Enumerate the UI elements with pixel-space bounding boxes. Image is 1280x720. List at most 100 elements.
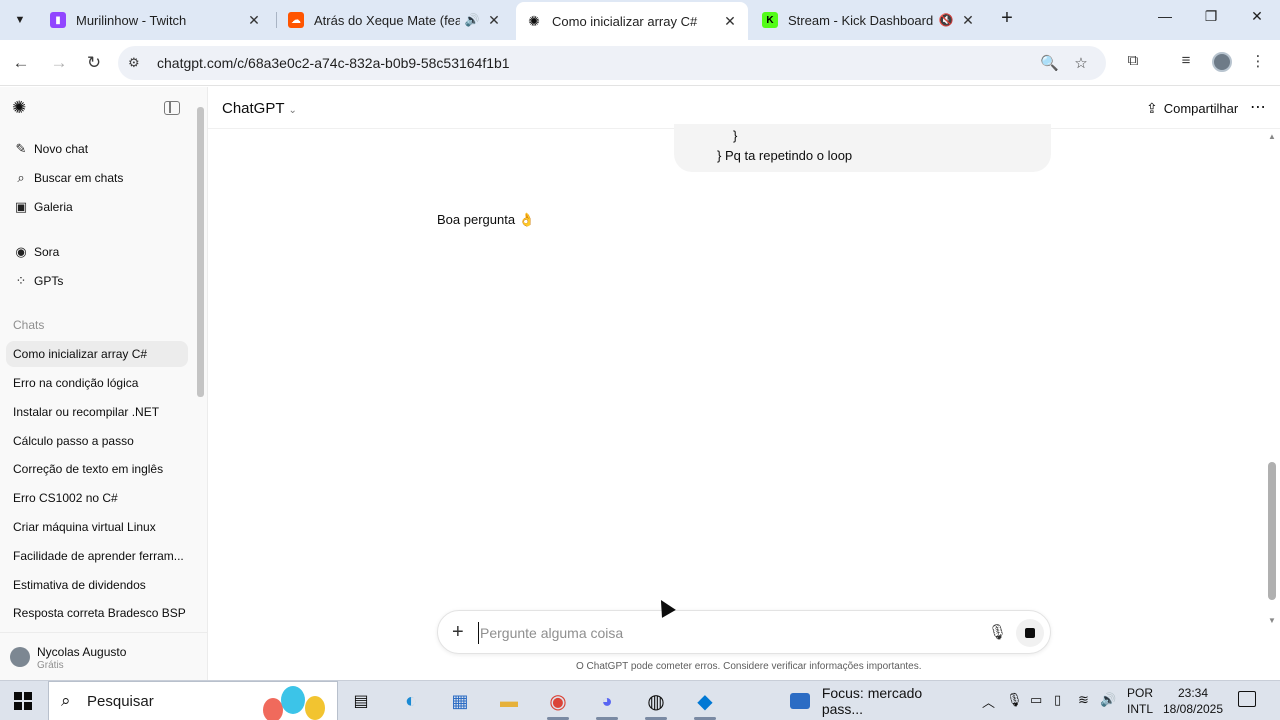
wifi-icon[interactable]: ≋: [1078, 692, 1089, 708]
chat-list-item[interactable]: Instalar ou recompilar .NET: [6, 399, 188, 425]
vscode-icon[interactable]: ◆: [690, 686, 720, 720]
close-icon[interactable]: ✕: [960, 12, 976, 29]
chat-list-item[interactable]: Cálculo passo a passo: [6, 428, 188, 454]
more-options-icon[interactable]: ⋯: [1250, 97, 1266, 117]
chatgpt-logo-icon[interactable]: ✺: [12, 99, 30, 117]
tab-twitch[interactable]: ▮ Murilinhow - Twitch ✕: [40, 4, 272, 36]
keyboard-layout: INTL: [1127, 702, 1154, 716]
avatar: [10, 647, 30, 667]
file-explorer-icon[interactable]: ▬: [494, 686, 524, 716]
volume-icon[interactable]: 🔊: [1100, 692, 1116, 708]
chat-list-item[interactable]: Estimativa de dividendos: [6, 572, 188, 598]
speaker-icon[interactable]: 🔊: [464, 13, 480, 27]
user-message-bubble: } } Pq ta repetindo o loop: [674, 124, 1051, 172]
obs-icon[interactable]: ◍: [641, 686, 671, 720]
stop-button[interactable]: [1016, 619, 1044, 647]
main-header: ChatGPT ⌄ ⇪ Compartilhar ⋯: [208, 87, 1280, 129]
chat-list-item[interactable]: Como inicializar array C#: [6, 341, 188, 367]
chrome-icon[interactable]: ◉: [543, 686, 573, 720]
show-hidden-icons-chevron-icon[interactable]: ︿: [982, 692, 995, 711]
minimize-icon[interactable]: —: [1150, 8, 1180, 30]
sidebar-item-gpts[interactable]: ⁘ GPTs: [6, 267, 188, 295]
model-selector[interactable]: ChatGPT ⌄: [222, 100, 297, 117]
site-settings-icon[interactable]: ⚙: [128, 55, 144, 71]
sidebar-item-sora[interactable]: ◉ Sora: [6, 238, 188, 266]
main-scrollbar[interactable]: [1268, 462, 1276, 600]
store-icon[interactable]: ▦: [445, 686, 475, 716]
scroll-down-arrow-icon[interactable]: ▼: [1268, 616, 1276, 625]
notification-center-icon[interactable]: [1238, 691, 1256, 707]
chat-list-item[interactable]: Resposta correta Bradesco BSP: [6, 600, 188, 626]
tab-search-chevron-icon[interactable]: ▼: [8, 8, 32, 32]
sidebar-scrollbar[interactable]: [197, 107, 204, 397]
sidebar-item-label: Sora: [34, 245, 60, 259]
sidebar-item-new-chat[interactable]: ✎ Novo chat: [6, 135, 188, 163]
chat-list-item[interactable]: Criar máquina virtual Linux: [6, 514, 188, 540]
microphone-icon[interactable]: 🎙: [1006, 692, 1023, 708]
battery-icon[interactable]: ▯: [1054, 692, 1061, 708]
screen-share-icon[interactable]: ▭: [1030, 692, 1042, 708]
user-message-line: }: [733, 128, 738, 143]
taskbar-search[interactable]: ⌕ Pesquisar: [48, 681, 338, 720]
input-language[interactable]: POR INTL: [1127, 685, 1153, 717]
prompt-input[interactable]: [478, 622, 978, 644]
edge-icon[interactable]: ◐: [396, 686, 426, 716]
sidebar-toggle-icon[interactable]: [164, 101, 180, 115]
chat-list-item[interactable]: Correção de texto em inglês: [6, 456, 188, 482]
share-button[interactable]: ⇪ Compartilhar: [1146, 100, 1238, 117]
browser-menu-icon[interactable]: ⋮: [1247, 52, 1269, 74]
media-widget[interactable]: Focus: mercado pass...: [786, 685, 966, 717]
chat-list-item[interactable]: Erro CS1002 no C#: [6, 485, 188, 511]
close-icon[interactable]: ✕: [722, 13, 738, 30]
user-message-line: } Pq ta repetindo o loop: [717, 148, 853, 163]
sidebar-item-gallery[interactable]: ▣ Galeria: [6, 193, 188, 221]
tab-soundcloud[interactable]: ☁ Atrás do Xeque Mate (feat. 🔊 ✕: [278, 4, 512, 36]
windows-start-icon[interactable]: [14, 692, 32, 710]
bookmark-star-icon[interactable]: ☆: [1072, 54, 1090, 72]
share-label: Compartilhar: [1163, 101, 1239, 116]
restore-icon[interactable]: ❐: [1196, 8, 1226, 30]
system-clock[interactable]: 23:34 18/08/2025: [1162, 685, 1224, 717]
sidebar-item-label: GPTs: [34, 274, 64, 288]
close-icon[interactable]: ✕: [486, 12, 502, 29]
profile-avatar[interactable]: [1212, 52, 1232, 72]
new-tab-plus-icon[interactable]: +: [996, 8, 1018, 30]
chat-list-item[interactable]: Facilidade de aprender ferram...: [6, 543, 188, 569]
back-arrow-icon[interactable]: ←: [10, 52, 32, 74]
edit-icon: ✎: [15, 141, 27, 156]
chats-section-label: Chats: [13, 318, 45, 332]
tab-title: Atrás do Xeque Mate (feat.: [314, 12, 460, 28]
sidebar-item-label: Novo chat: [34, 142, 89, 156]
address-bar[interactable]: ⚙ chatgpt.com/c/68a3e0c2-a74c-832a-b0b9-…: [118, 46, 1106, 80]
sidebar-item-search[interactable]: ⌕ Buscar em chats: [6, 164, 188, 192]
chat-list-item[interactable]: Erro na condição lógica: [6, 370, 188, 396]
tab-kick[interactable]: K Stream - Kick Dashboard 🔇 ✕: [752, 4, 986, 36]
tab-title: Stream - Kick Dashboard: [788, 12, 934, 28]
microphone-icon[interactable]: 🎙: [988, 623, 1007, 641]
muted-speaker-icon[interactable]: 🔇: [938, 13, 954, 27]
media-app-icon: [790, 693, 810, 709]
discord-icon[interactable]: ◕: [592, 686, 622, 720]
zoom-icon[interactable]: 🔍: [1040, 54, 1059, 72]
reload-icon[interactable]: ↻: [83, 52, 105, 74]
gpts-icon: ⁘: [15, 273, 27, 288]
tab-chatgpt[interactable]: ✺ Como inicializar array C# ✕: [516, 2, 748, 40]
task-view-icon[interactable]: ▤: [346, 686, 376, 716]
user-account[interactable]: Nycolas Augusto Grátis: [0, 632, 207, 680]
search-icon: ⌕: [17, 170, 25, 185]
soundcloud-icon: ☁: [288, 12, 304, 28]
language-code: POR: [1127, 686, 1154, 700]
forward-arrow-icon[interactable]: →: [48, 52, 70, 74]
url-text[interactable]: chatgpt.com/c/68a3e0c2-a74c-832a-b0b9-58…: [157, 55, 510, 71]
media-control-icon[interactable]: ≡: [1175, 52, 1197, 74]
scroll-up-arrow-icon[interactable]: ▲: [1268, 132, 1276, 141]
chatgpt-icon: ✺: [528, 12, 540, 29]
taskbar-search-label: Pesquisar: [87, 693, 154, 710]
extensions-icon[interactable]: ⧉: [1122, 52, 1144, 74]
kick-icon: K: [762, 12, 778, 28]
user-name: Nycolas Augusto: [37, 645, 127, 659]
browser-tab-bar: ▼ ▮ Murilinhow - Twitch ✕ ☁ Atrás do Xeq…: [0, 0, 1280, 40]
attach-plus-icon[interactable]: +: [452, 620, 464, 644]
close-icon[interactable]: ✕: [246, 12, 262, 29]
window-close-icon[interactable]: ✕: [1242, 8, 1272, 30]
